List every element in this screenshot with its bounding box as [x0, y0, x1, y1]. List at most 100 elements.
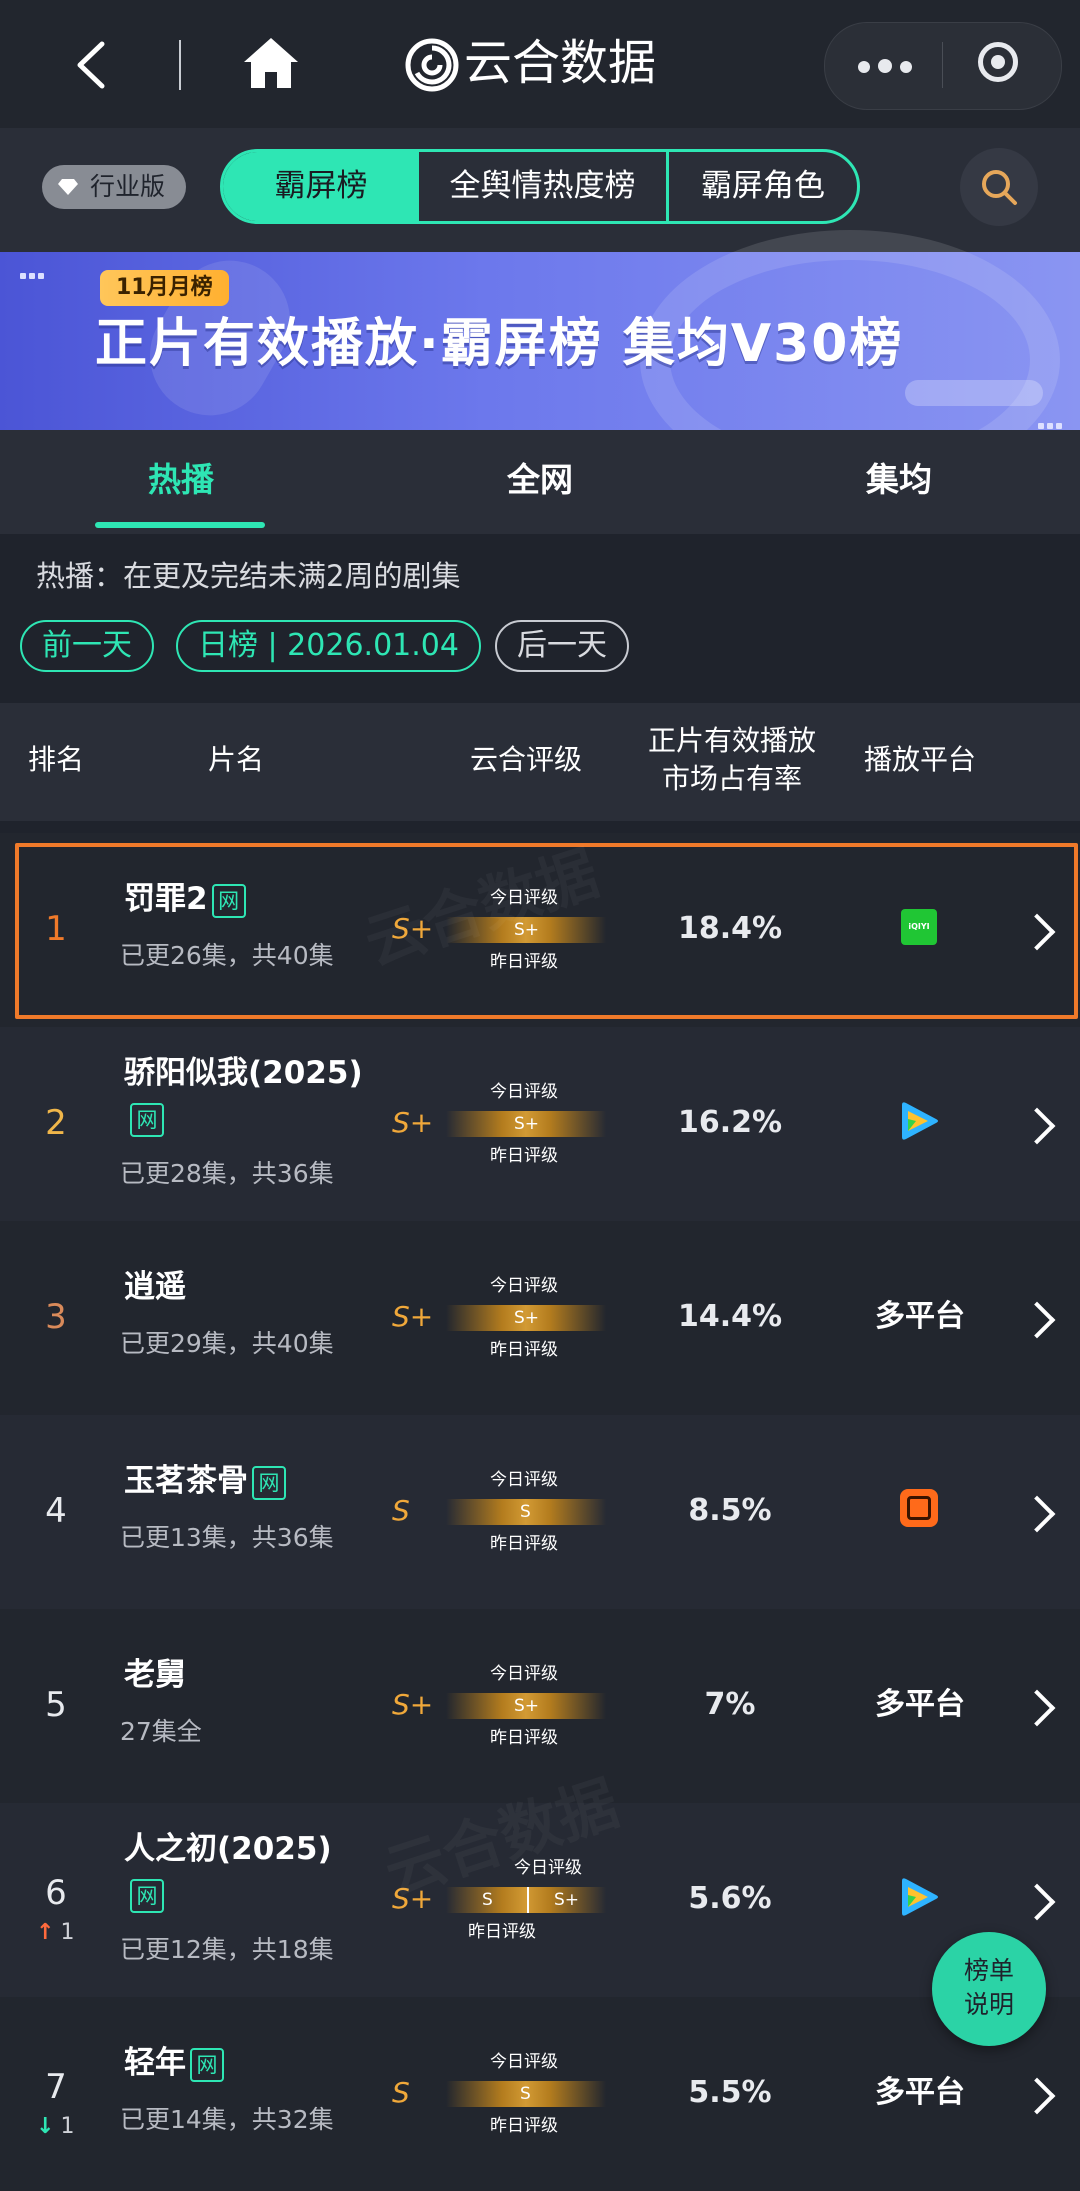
online-badge: 网: [190, 2047, 224, 2082]
today-grade-caption: 今日评级: [490, 1470, 558, 1490]
more-menu-icon[interactable]: [858, 58, 920, 77]
ranking-description: 热播：在更及完结未满2周的剧集: [36, 559, 461, 593]
header-grade: 云合评级: [470, 743, 583, 776]
ranking-explanation-button[interactable]: 榜单 说明: [932, 1932, 1046, 2046]
current-date-selector[interactable]: 日榜 | 2026.01.04: [176, 620, 481, 672]
grade-label: S+: [392, 1688, 434, 1721]
platform-multi-label: 多平台: [875, 1299, 965, 1334]
search-icon: [982, 170, 1017, 205]
rank-up-indicator: ↑ 1: [36, 1919, 74, 1947]
diamond-icon: [58, 179, 78, 195]
grade-label: S: [392, 1494, 410, 1527]
tencent-video-icon: [902, 1102, 938, 1140]
next-day-button[interactable]: 后一天: [495, 620, 629, 672]
yesterday-grade-caption: 昨日评级: [490, 2116, 558, 2136]
online-badge: 网: [130, 1878, 164, 1913]
tab-quanwang[interactable]: 全网: [507, 458, 573, 502]
tencent-video-icon: [902, 1878, 938, 1916]
home-icon[interactable]: [242, 36, 300, 90]
episode-status: 已更14集，共32集: [120, 2105, 334, 2134]
segment-bapingbang[interactable]: 霸屏榜: [223, 152, 419, 221]
rank-down-indicator: ↓ 1: [36, 2113, 74, 2141]
rank-change-value: 1: [60, 2114, 75, 2139]
drama-title-text: 人之初(2025): [124, 1831, 332, 1867]
yunhe-logo-icon: [405, 38, 459, 92]
today-grade-value: S+: [514, 1696, 540, 1716]
drama-title-text: 逍遥: [124, 1269, 186, 1305]
app-title: 云合数据: [464, 35, 657, 91]
mango-tv-icon: [900, 1489, 938, 1527]
banner-badge: 11月月榜: [100, 270, 229, 306]
yesterday-grade-value: S: [482, 1890, 493, 1910]
drama-title[interactable]: 逍遥: [124, 1265, 384, 1309]
market-share-value: 14.4%: [677, 1299, 783, 1334]
prev-day-button[interactable]: 前一天: [20, 620, 154, 672]
banner-title: 正片有效播放·霸屏榜 集均V30榜: [95, 314, 904, 374]
market-share-value: 5.6%: [688, 1881, 772, 1916]
today-grade-value: S+: [554, 1890, 580, 1910]
close-miniprogram-icon[interactable]: [978, 42, 1018, 82]
tab-rebo[interactable]: 热播: [148, 458, 214, 502]
drama-title-text: 骄阳似我(2025): [124, 1055, 363, 1091]
back-arrow-icon[interactable]: [70, 40, 114, 90]
episode-status: 已更12集，共18集: [120, 1935, 334, 1964]
market-share-value: 8.5%: [688, 1493, 772, 1528]
header-platform: 播放平台: [864, 743, 977, 776]
today-grade-value: S+: [514, 1308, 540, 1328]
today-grade-value: S+: [514, 1114, 540, 1134]
float-button-line2: 说明: [963, 1990, 1014, 2019]
banner-dots: [20, 264, 47, 283]
grade-label: S: [392, 2076, 410, 2109]
grade-comparison-bar: [446, 1887, 606, 1913]
rank-number: 4: [45, 1491, 67, 1531]
drama-title[interactable]: 轻年网: [124, 2041, 384, 2085]
grade-divider: [527, 1887, 529, 1913]
rank-number: 6: [45, 1873, 67, 1913]
online-badge: 网: [252, 1465, 286, 1500]
down-arrow-icon: ↓: [36, 2114, 55, 2139]
episode-status: 已更29集，共40集: [120, 1329, 334, 1358]
industry-version-button[interactable]: 行业版: [42, 165, 186, 209]
rank-number: 5: [45, 1685, 67, 1725]
drama-title[interactable]: 骄阳似我(2025) 网: [124, 1051, 384, 1139]
drama-title[interactable]: 老舅: [124, 1653, 384, 1697]
drama-title-text: 轻年: [124, 2045, 186, 2081]
search-button[interactable]: [960, 148, 1038, 226]
nav-divider: [179, 40, 181, 90]
drama-title-text: 玉茗茶骨: [124, 1463, 248, 1499]
active-tab-indicator: [95, 522, 265, 528]
rank-change-value: 1: [60, 1920, 75, 1945]
yesterday-grade-caption: 昨日评级: [490, 1728, 558, 1748]
drama-title[interactable]: 人之初(2025) 网: [124, 1827, 384, 1915]
header-share-line2: 市场占有率: [661, 762, 802, 795]
header-rank: 排名: [28, 743, 85, 776]
drama-title[interactable]: 玉茗茶骨网: [124, 1459, 384, 1503]
drama-title-text: 老舅: [124, 1657, 186, 1693]
yesterday-grade-caption: 昨日评级: [490, 1534, 558, 1554]
header-name: 片名: [208, 743, 265, 776]
market-share-value: 7%: [704, 1687, 756, 1722]
market-share-value: 5.5%: [688, 2075, 772, 2110]
mango-tv-glyph: [907, 1496, 931, 1520]
header-share: 正片有效播放 市场占有率: [640, 722, 824, 798]
today-grade-caption: 今日评级: [490, 1082, 558, 1102]
today-grade-value: S: [520, 2084, 531, 2104]
header-share-line1: 正片有效播放: [647, 724, 816, 757]
today-grade-value: S: [520, 1502, 531, 1522]
platform-multi-label: 多平台: [875, 2075, 965, 2110]
rank-number: 7: [45, 2067, 67, 2107]
up-arrow-icon: ↑: [36, 1920, 55, 1945]
yesterday-grade-caption: 昨日评级: [490, 1146, 558, 1166]
today-grade-caption: 今日评级: [490, 1276, 558, 1296]
episode-status: 27集全: [120, 1717, 202, 1746]
yesterday-grade-caption: 昨日评级: [490, 1340, 558, 1360]
segment-quanyuqing[interactable]: 全舆情热度榜: [419, 152, 669, 221]
banner-decoration-pill: [905, 380, 1043, 406]
ranking-type-segment: 霸屏榜 全舆情热度榜 霸屏角色: [220, 149, 860, 224]
rank-number: 2: [45, 1103, 67, 1143]
tab-jijun[interactable]: 集均: [866, 458, 932, 502]
grade-label: S+: [392, 1300, 434, 1333]
float-button-line1: 榜单: [963, 1956, 1014, 1985]
rank-number: 3: [45, 1297, 67, 1337]
segment-baping-role[interactable]: 霸屏角色: [669, 152, 857, 221]
